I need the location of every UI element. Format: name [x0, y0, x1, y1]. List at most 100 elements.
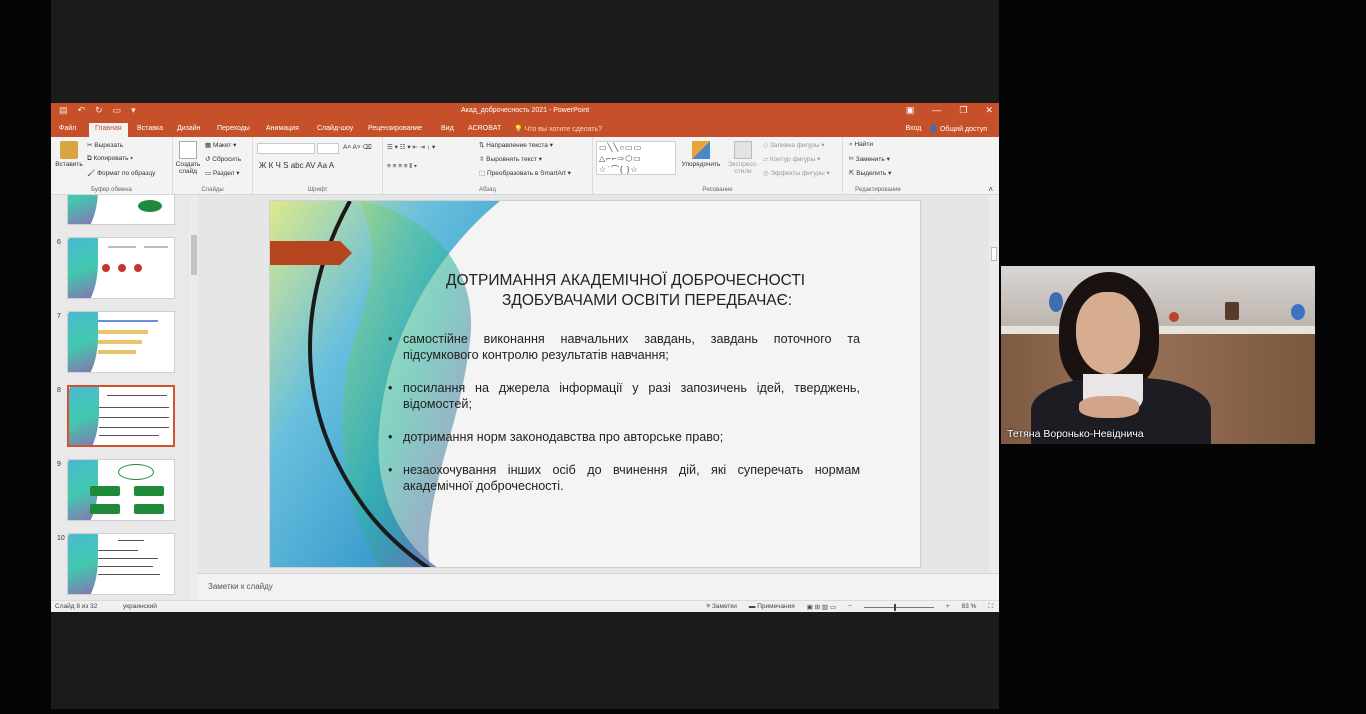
text-direction-button[interactable]: ⇅ Направление текста ▾ — [479, 141, 553, 149]
comments-toggle[interactable]: ▬ Примечания — [749, 603, 795, 611]
tab-insert[interactable]: Вставка — [137, 125, 163, 132]
layout-button[interactable]: ▦ Макет ▾ — [205, 141, 236, 149]
zoom-slider-knob[interactable] — [893, 604, 896, 611]
restore-icon[interactable]: ❐ — [959, 105, 967, 116]
zoom-out-icon[interactable]: − — [848, 603, 852, 611]
shape-fill-label: Заливка фигуры — [769, 142, 820, 149]
italic-button[interactable]: К — [269, 161, 274, 170]
font-size-input[interactable] — [317, 143, 339, 154]
figurine-decor — [1291, 304, 1305, 320]
tab-animation[interactable]: Анимация — [266, 125, 299, 132]
new-slide-button[interactable]: Создать слайд — [173, 141, 203, 175]
align-text-label: Выровнять текст — [486, 156, 537, 163]
list-buttons[interactable]: ☰ ▾ ☷ ▾ ⇤ ⇥ ↕ ▾ — [387, 143, 435, 151]
close-icon[interactable]: ✕ — [985, 105, 993, 116]
account-area: Вход 👤 Общий доступ — [905, 125, 987, 133]
share-button[interactable]: 👤 Общий доступ — [929, 125, 987, 133]
window-controls: ▣ — ❐ ✕ — [906, 105, 993, 116]
ribbon-display-icon[interactable]: ▣ — [906, 105, 915, 116]
arrange-button[interactable]: Упорядочить — [679, 141, 723, 168]
bullet-item: • дотримання норм законодавства про автор… — [388, 429, 860, 445]
tab-review[interactable]: Рецензирование — [368, 125, 422, 132]
quick-styles-button[interactable]: Экспресс-стили — [725, 141, 761, 175]
ribbon: Вставить ✂ Вырезать ⧉ Копировать ▾ 🖌 Фор… — [51, 137, 999, 195]
thumb-number: 10 — [57, 535, 65, 542]
font-name-input[interactable] — [257, 143, 315, 154]
green-shape — [134, 504, 164, 514]
frame-decor — [1225, 302, 1239, 320]
font-grow-shrink[interactable]: A˄ A˅ ⌫ — [343, 143, 372, 151]
align-buttons[interactable]: ≡ ≡ ≡ ≡ ⫴ ▾ — [387, 163, 417, 171]
shadow-spacing-icons[interactable]: abc AV Aa — [291, 161, 327, 170]
underline-button[interactable]: Ч — [276, 161, 281, 170]
slide-thumbnail[interactable] — [67, 533, 175, 595]
font-color-button[interactable]: A — [329, 161, 334, 170]
tab-design[interactable]: Дизайн — [177, 125, 201, 132]
format-painter-button[interactable]: 🖌 Формат по образцу — [87, 169, 155, 177]
shape-fill-button[interactable]: ◇ Заливка фигуры ▾ — [763, 141, 825, 149]
slide-thumbnail[interactable] — [67, 237, 175, 299]
language-indicator[interactable]: украинский — [123, 603, 157, 610]
tab-slideshow[interactable]: Слайд-шоу — [317, 125, 353, 132]
thumbnails-scrollbar[interactable] — [190, 195, 198, 600]
bullet-item: • самостійне виконання навчальних завдань… — [388, 331, 860, 363]
scrollbar-thumb[interactable] — [191, 235, 197, 275]
slide-thumbnail[interactable] — [67, 311, 175, 373]
notes-toggle[interactable]: ≡ Заметки — [706, 603, 736, 611]
powerpoint-window: ▤ ↶ ↻ ▭ ▾ Акад_доброчесность 2021 - Powe… — [51, 103, 999, 612]
paste-button[interactable]: Вставить — [53, 141, 85, 168]
scrollbar-thumb[interactable] — [991, 247, 997, 261]
minimize-icon[interactable]: — — [932, 105, 941, 116]
slide-thumbnail[interactable] — [67, 459, 175, 521]
participant-video[interactable]: Тетяна Воронько-Невіднича — [1001, 266, 1315, 444]
strikethrough-button[interactable]: S — [283, 161, 288, 170]
copy-button[interactable]: ⧉ Копировать ▾ — [87, 155, 133, 163]
find-button[interactable]: ⌕ Найти — [849, 141, 873, 149]
slide-title-line1: ДОТРИМАННЯ АКАДЕМІЧНОЇ ДОБРОЧЕСНОСТІ — [446, 272, 806, 289]
zoom-level[interactable]: 83 % — [962, 603, 977, 611]
find-label: Найти — [854, 141, 874, 148]
arrange-label: Упорядочить — [681, 161, 721, 168]
shapes-gallery[interactable]: ▭╲╲○▭▭ △⌐⌐⇨⬡▭ ☆ʿ⌒{ }☆ — [596, 141, 676, 175]
section-button[interactable]: ▭ Раздел ▾ — [205, 169, 240, 177]
people-icon — [118, 264, 126, 272]
status-bar: Слайд 8 из 32 украинский ≡ Заметки ▬ При… — [51, 600, 999, 612]
zoom-in-icon[interactable]: + — [946, 603, 950, 611]
slide-title-line2: ЗДОБУВАЧАМИ ОСВІТИ ПЕРЕДБАЧАЄ: — [502, 292, 793, 309]
text-line — [108, 246, 136, 248]
shape-effects-button[interactable]: ◎ Эффекты фигуры ▾ — [763, 169, 830, 177]
people-icon — [134, 264, 142, 272]
select-button[interactable]: ⇱ Выделить ▾ — [849, 169, 891, 177]
sign-in-link[interactable]: Вход — [905, 125, 921, 133]
smartart-button[interactable]: ⬚ Преобразовать в SmartArt ▾ — [479, 169, 571, 177]
editing-group-label: Редактирование — [855, 187, 901, 193]
shape-outline-button[interactable]: ▱ Контур фигуры ▾ — [763, 155, 820, 163]
tab-home[interactable]: Главная — [89, 123, 128, 137]
tab-file[interactable]: Файл — [59, 125, 76, 132]
tab-acrobat[interactable]: ACROBAT — [468, 125, 501, 132]
new-slide-label: Создать слайд — [175, 161, 201, 175]
bullet-text: посилання на джерела інформації у разі з… — [403, 381, 860, 411]
zoom-slider[interactable] — [863, 604, 934, 611]
replace-button[interactable]: ᵇᶜ Заменить ▾ — [849, 155, 890, 163]
view-buttons[interactable]: ▣ ⊞ ▥ ▭ — [807, 603, 836, 611]
slide-scrollbar[interactable] — [989, 195, 999, 573]
fit-slide-icon[interactable]: ⛶ — [988, 603, 993, 611]
cut-button[interactable]: ✂ Вырезать — [87, 141, 123, 149]
comments-toggle-label: Примечания — [757, 603, 795, 610]
feather-graphic — [68, 195, 98, 224]
tab-view[interactable]: Вид — [441, 125, 454, 132]
bold-button[interactable]: Ж — [259, 161, 266, 170]
tab-transitions[interactable]: Переходы — [217, 125, 250, 132]
slide-thumbnail[interactable] — [67, 195, 175, 225]
tell-me-search[interactable]: 💡 Что вы хотите сделать? — [514, 125, 602, 133]
slide-thumbnail-selected[interactable] — [67, 385, 175, 447]
current-slide[interactable]: ДОТРИМАННЯ АКАДЕМІЧНОЇ ДОБРОЧЕСНОСТІ ЗДО… — [269, 200, 921, 568]
align-text-button[interactable]: ⇳ Выровнять текст ▾ — [479, 155, 542, 163]
bullet-dot: • — [388, 463, 393, 477]
text-line — [98, 566, 153, 567]
collapse-ribbon-icon[interactable]: ˄ — [988, 185, 993, 194]
reset-button[interactable]: ↺ Сбросить — [205, 155, 241, 163]
lightbulb-icon: 💡 — [514, 126, 525, 133]
notes-pane[interactable]: Заметки к слайду — [198, 573, 999, 600]
